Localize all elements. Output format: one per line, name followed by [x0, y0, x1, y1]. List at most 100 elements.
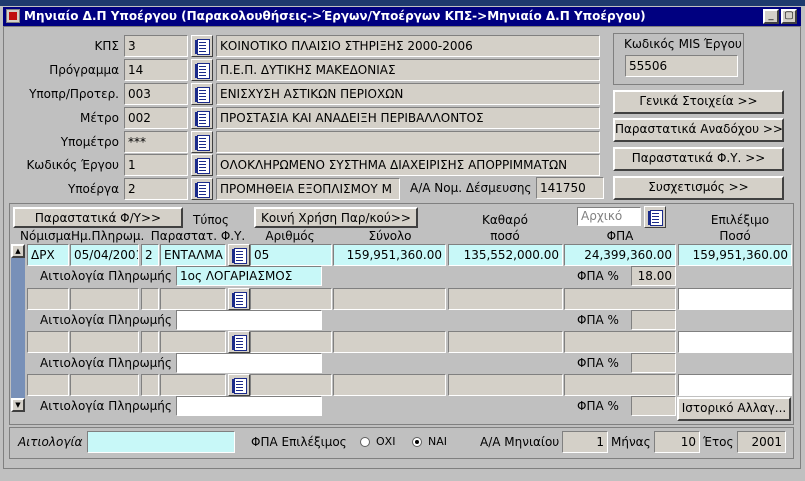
- grid-cell-nomisma[interactable]: ΔΡΧ: [27, 244, 69, 266]
- grid-cell-arith[interactable]: [250, 374, 332, 396]
- header-lov-button[interactable]: [191, 154, 213, 176]
- grid-cell-nomisma[interactable]: [27, 331, 69, 353]
- monthly-aa-field[interactable]: 1: [562, 431, 608, 453]
- grid-cell-date[interactable]: [70, 374, 139, 396]
- vat-percent-field[interactable]: [631, 310, 676, 330]
- payment-reason-field[interactable]: [176, 396, 322, 416]
- grid-cell-type[interactable]: [160, 331, 226, 353]
- doc-type-lov-button[interactable]: [228, 288, 250, 310]
- header-desc-field[interactable]: Π.Ε.Π. ΔΥΤΙΚΗΣ ΜΑΚΕΔΟΝΙΑΣ: [216, 59, 600, 81]
- grid-cell-net[interactable]: [448, 374, 563, 396]
- doc-type-lov-button[interactable]: [228, 331, 250, 353]
- year-label: Έτος: [703, 435, 734, 449]
- header-desc-field[interactable]: ΚΟΙΝΟΤΙΚΟ ΠΛΑΙΣΙΟ ΣΤΗΡΙΞΗΣ 2000-2006: [216, 35, 600, 57]
- header-desc-field[interactable]: [216, 131, 600, 153]
- list-icon: [195, 39, 210, 55]
- grid-cell-fpa[interactable]: [564, 374, 676, 396]
- list-icon: [195, 87, 210, 103]
- payment-reason-field[interactable]: [176, 353, 322, 373]
- header-lov-button[interactable]: [191, 107, 213, 129]
- header-lov-button[interactable]: [191, 59, 213, 81]
- grid-scrollbar[interactable]: ▲ ▼: [11, 244, 25, 412]
- grid-cell-total[interactable]: 159,951,360.00: [333, 244, 446, 266]
- header-desc-field[interactable]: ΠΡΟΜΗΘΕΙΑ ΕΞΟΠΛΙΣΜΟΥ Μ: [216, 178, 400, 200]
- grid-cell-n[interactable]: [141, 288, 159, 310]
- scroll-up-icon[interactable]: ▲: [11, 244, 25, 258]
- doc-type-lov-button[interactable]: [228, 374, 250, 396]
- grid-cell-date[interactable]: 05/04/2001: [70, 244, 139, 266]
- grid-cell-arith[interactable]: 05: [250, 244, 332, 266]
- header-code-field[interactable]: 002: [124, 107, 188, 129]
- vat-percent-field[interactable]: [631, 396, 676, 416]
- header-code-field[interactable]: ***: [124, 131, 188, 153]
- archive-lov-button[interactable]: [644, 206, 666, 228]
- fy-docs-grid-button[interactable]: Παραστατικά Φ/Υ>>: [13, 207, 183, 228]
- grid-cell-net[interactable]: [448, 331, 563, 353]
- grid-cell-type[interactable]: [160, 374, 226, 396]
- history-button[interactable]: Ιστορικό Αλλαγ...: [677, 397, 791, 421]
- header-lov-button[interactable]: [191, 35, 213, 57]
- general-data-button[interactable]: Γενικά Στοιχεία >>: [613, 90, 784, 114]
- grid-cell-nomisma[interactable]: [27, 374, 69, 396]
- vat-percent-field[interactable]: 18.00: [631, 266, 676, 286]
- grid-cell-date[interactable]: [70, 288, 139, 310]
- header-desc-field[interactable]: ΟΛΟΚΛΗΡΩΜΕΝΟ ΣΥΣΤΗΜΑ ΔΙΑΧΕΙΡΙΣΗΣ ΑΠΟΡΡΙΜ…: [216, 154, 600, 176]
- payment-reason-field[interactable]: [176, 310, 322, 330]
- mis-code-field[interactable]: 55506: [625, 55, 738, 77]
- header-lov-button[interactable]: [191, 83, 213, 105]
- header-desc-field[interactable]: ΕΝΙΣΧΥΣΗ ΑΣΤΙΚΩΝ ΠΕΡΙΟΧΩΝ: [216, 83, 600, 105]
- vat-percent-field[interactable]: [631, 353, 676, 373]
- grid-cell-elig[interactable]: 159,951,360.00: [678, 244, 792, 266]
- vat-yes-radio[interactable]: [412, 437, 422, 447]
- grid-cell-date[interactable]: [70, 331, 139, 353]
- contractor-docs-button[interactable]: Παραστατικά Αναδόχου >>: [613, 118, 784, 142]
- vat-no-radio[interactable]: [360, 437, 370, 447]
- header-code-field[interactable]: 14: [124, 59, 188, 81]
- grid-cell-n[interactable]: [141, 374, 159, 396]
- col-header-vat: ΦΠΑ: [606, 229, 634, 243]
- vat-eligible-label: ΦΠΑ Επιλέξιμος: [251, 435, 347, 449]
- grid-cell-nomisma[interactable]: [27, 288, 69, 310]
- header-code-field[interactable]: 1: [124, 154, 188, 176]
- grid-cell-elig[interactable]: [678, 288, 792, 310]
- grid-cell-total[interactable]: [333, 288, 446, 310]
- header-lov-button[interactable]: [191, 178, 213, 200]
- doc-type-lov-button[interactable]: [228, 244, 250, 266]
- grid-cell-fpa[interactable]: [564, 331, 676, 353]
- grid-cell-n[interactable]: 2: [141, 244, 159, 266]
- header-code-field[interactable]: 2: [124, 178, 188, 200]
- correlation-button[interactable]: Συσχετισμός >>: [613, 176, 784, 200]
- grid-cell-net[interactable]: [448, 288, 563, 310]
- header-desc-field[interactable]: ΠΡΟΣΤΑΣΙΑ ΚΑΙ ΑΝΑΔΕΙΞΗ ΠΕΡΙΒΑΛΛΟΝΤΟΣ: [216, 107, 600, 129]
- aitiologia-field[interactable]: [87, 431, 235, 453]
- grid-cell-arith[interactable]: [250, 288, 332, 310]
- grid-cell-elig[interactable]: [678, 374, 792, 396]
- maximize-button[interactable]: ▢: [781, 9, 797, 24]
- grid-cell-fpa[interactable]: [564, 288, 676, 310]
- scroll-thumb[interactable]: [11, 258, 25, 398]
- grid-cell-arith[interactable]: [250, 331, 332, 353]
- fy-docs-button[interactable]: Παραστατικά Φ.Υ. >>: [613, 147, 784, 171]
- header-lov-button[interactable]: [191, 131, 213, 153]
- month-field[interactable]: 10: [654, 431, 700, 453]
- year-field[interactable]: 2001: [737, 431, 786, 453]
- archive-field[interactable]: Αρχικό: [577, 207, 641, 226]
- list-icon: [232, 378, 247, 394]
- grid-cell-total[interactable]: [333, 331, 446, 353]
- grid-cell-type[interactable]: [160, 288, 226, 310]
- grid-cell-fpa[interactable]: 24,399,360.00: [564, 244, 676, 266]
- col-header-number: Αριθμός: [265, 229, 315, 243]
- grid-cell-n[interactable]: [141, 331, 159, 353]
- scroll-down-icon[interactable]: ▼: [11, 398, 25, 412]
- payment-reason-field[interactable]: 1ος ΛΟΓΑΡΙΑΣΜΟΣ: [176, 266, 322, 286]
- commitment-field[interactable]: 141750: [536, 177, 604, 199]
- grid-cell-total[interactable]: [333, 374, 446, 396]
- grid-cell-type[interactable]: ΕΝΤΑΛΜΑ: [160, 244, 226, 266]
- header-code-field[interactable]: 003: [124, 83, 188, 105]
- header-code-field[interactable]: 3: [124, 35, 188, 57]
- common-use-button[interactable]: Κοινή Χρήση Παρ/κού>>: [254, 207, 418, 228]
- grid-cell-elig[interactable]: [678, 331, 792, 353]
- grid-cell-net[interactable]: 135,552,000.00: [448, 244, 563, 266]
- window-title: Μηνιαίο Δ.Π Υποέργου (Παρακολουθήσεις->Έ…: [24, 9, 646, 23]
- minimize-button[interactable]: _: [763, 9, 779, 24]
